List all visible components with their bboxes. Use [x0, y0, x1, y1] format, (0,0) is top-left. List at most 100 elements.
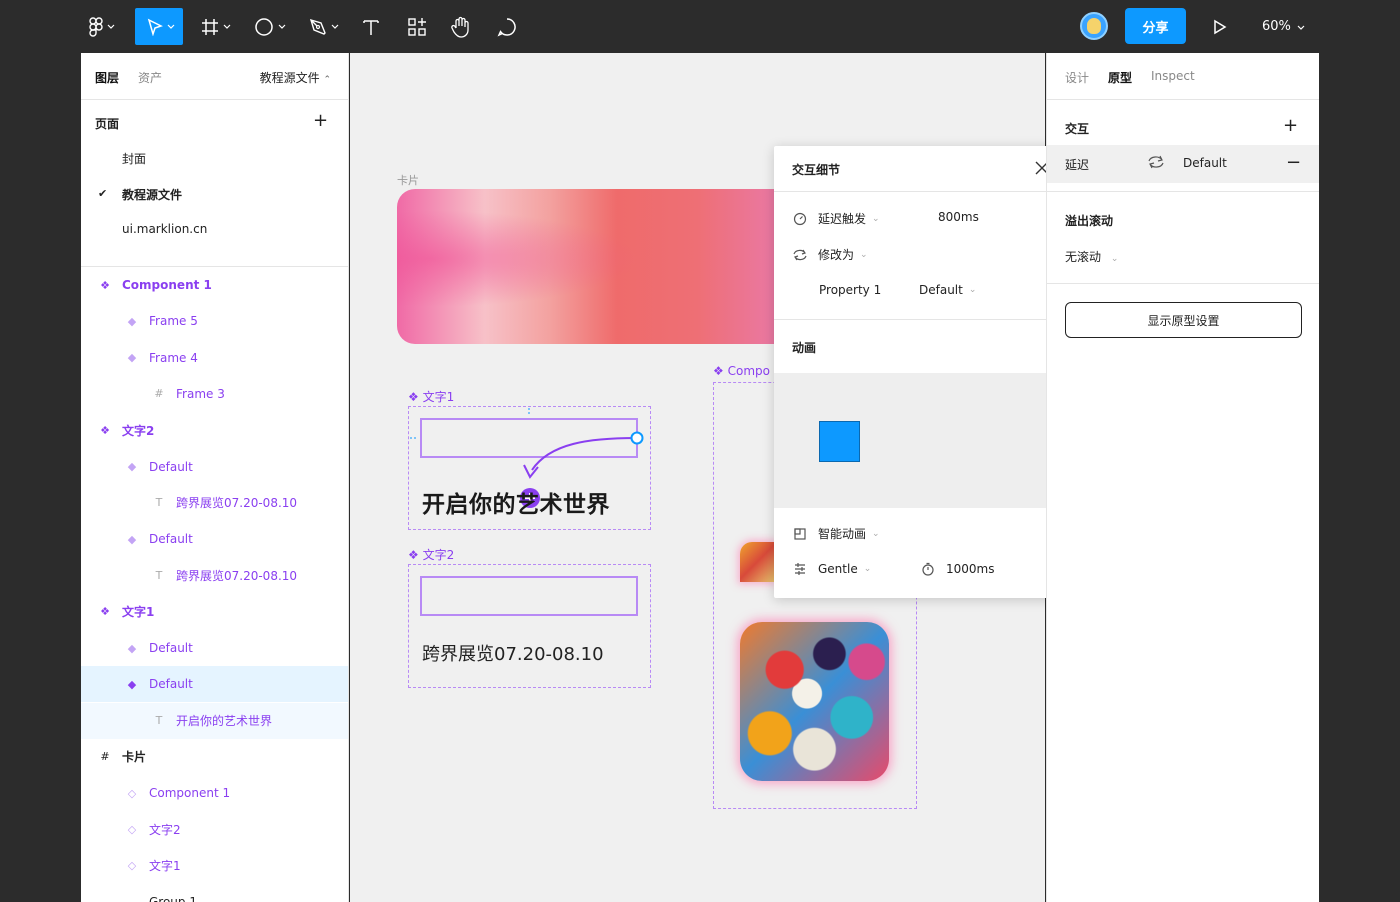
component-label-text2[interactable]: ❖ 文字2 [408, 546, 454, 563]
overflow-value: 无滚动 [1065, 250, 1102, 264]
component-label-text1[interactable]: ❖ 文字1 [408, 388, 454, 405]
animation-preview-square [819, 421, 860, 462]
component-label-text: 文字1 [422, 390, 455, 404]
layer-row[interactable]: ◆ Default [81, 449, 348, 485]
frame-tool-button[interactable] [201, 8, 231, 45]
property-value-dropdown[interactable]: Default ⌄ [919, 283, 976, 297]
minus-icon: − [1286, 152, 1302, 173]
interaction-section-title: 交互 [1065, 122, 1090, 136]
add-interaction-button[interactable]: + [1283, 117, 1298, 135]
left-panel-tabs: 图层 资产 教程源文件 ⌃ [81, 53, 348, 100]
variant-icon: ◆ [127, 460, 137, 473]
pen-tool-button[interactable] [309, 8, 339, 45]
panel-divider [1047, 191, 1320, 192]
component-label-text: Compo [727, 364, 770, 378]
layer-row[interactable]: ◆ Default [81, 521, 348, 557]
shape-tool-button[interactable] [254, 8, 286, 45]
headline-text[interactable]: 开启你的艺术世界 [422, 485, 610, 519]
user-avatar[interactable] [1080, 12, 1108, 40]
layer-row[interactable]: ❖ Component 1 [81, 267, 348, 303]
chevron-down-icon [223, 24, 231, 29]
remove-interaction-button[interactable]: − [1286, 152, 1301, 173]
property-name: Property 1 [819, 283, 882, 297]
layer-row[interactable]: T 跨界展览07.20-08.10 [81, 485, 348, 521]
layer-row[interactable]: ⋯ Group 1 [81, 884, 348, 902]
tab-design[interactable]: 设计 [1065, 69, 1089, 86]
show-prototype-settings-button[interactable]: 显示原型设置 [1065, 302, 1302, 338]
text-icon: T [155, 568, 163, 582]
layer-label: 文字1 [149, 859, 181, 874]
frame-icon: # [100, 750, 110, 764]
properties-panel: 设计 原型 Inspect 交互 + 延迟 Default − 溢出滚动 无滚动… [1046, 53, 1320, 902]
card-banner-gradient[interactable] [397, 189, 797, 344]
comment-tool-button[interactable] [497, 8, 517, 45]
move-tool-button[interactable] [135, 8, 183, 45]
page-item[interactable]: 封面 [122, 150, 146, 167]
text-icon [362, 18, 380, 36]
overflow-dropdown[interactable]: 无滚动 ⌄ [1065, 248, 1118, 265]
page-item[interactable]: ui.marklion.cn [122, 222, 207, 236]
trigger-dropdown[interactable]: 延迟触发 ⌄ [792, 210, 880, 227]
component-label-comp1[interactable]: ❖ Compo [713, 364, 770, 378]
layer-row[interactable]: T 跨界展览07.20-08.10 [81, 557, 348, 593]
current-file-selector[interactable]: 教程源文件 ⌃ [260, 69, 331, 86]
tab-prototype[interactable]: 原型 [1108, 69, 1132, 86]
main-menu-button[interactable] [89, 8, 115, 45]
animation-preview [774, 373, 1064, 508]
animation-type-dropdown[interactable]: 智能动画 ⌄ [792, 525, 880, 542]
chevron-down-icon [331, 24, 339, 29]
interaction-row[interactable]: 延迟 Default − [1047, 145, 1320, 183]
artwork-image[interactable] [740, 622, 889, 781]
layer-row[interactable]: ◆ Default [81, 666, 348, 703]
layer-row[interactable]: ◆ Frame 5 [81, 303, 348, 339]
action-dropdown[interactable]: 修改为 ⌄ [792, 246, 868, 263]
tab-layers[interactable]: 图层 [95, 69, 119, 86]
layers-panel: 图层 资产 教程源文件 ⌃ 页面 + 封面 ✔ 教程源文件 ui.marklio… [81, 53, 349, 902]
share-button[interactable]: 分享 [1125, 8, 1186, 44]
text-icon: T [155, 496, 163, 510]
component-icon: ❖ [408, 548, 419, 562]
present-button[interactable] [1213, 8, 1227, 45]
duration-value: 1000ms [946, 562, 995, 576]
layer-row[interactable]: ◇ Component 1 [81, 775, 348, 811]
animation-type: 智能动画 [818, 527, 867, 541]
artwork-thumbnail-partial[interactable] [740, 542, 774, 582]
text-tool-button[interactable] [362, 8, 380, 45]
duration-field[interactable]: 1000ms [920, 561, 994, 577]
page-item-current[interactable]: 教程源文件 [122, 186, 182, 203]
resources-tool-button[interactable] [407, 8, 427, 45]
move-icon [147, 18, 163, 36]
easing-value: Gentle [818, 562, 858, 576]
easing-dropdown[interactable]: Gentle ⌄ [792, 561, 871, 577]
trigger-delay-value[interactable]: 800ms [938, 210, 979, 224]
layer-label: 开启你的艺术世界 [176, 714, 273, 729]
component-set-icon: ❖ [100, 605, 110, 619]
layer-label: 文字2 [122, 423, 155, 438]
overflow-section-title: 溢出滚动 [1065, 214, 1114, 228]
layer-row[interactable]: ❖ 文字1 [81, 594, 348, 630]
layer-row[interactable]: ◇ 文字2 [81, 812, 348, 848]
add-page-button[interactable]: + [313, 112, 328, 130]
layer-row[interactable]: ◆ Default [81, 630, 348, 666]
hand-tool-button[interactable] [451, 8, 471, 45]
layer-row[interactable]: T 开启你的艺术世界 [81, 702, 348, 739]
tab-inspect[interactable]: Inspect [1151, 69, 1195, 83]
layer-row[interactable]: ◆ Frame 4 [81, 340, 348, 376]
smart-animate-icon [792, 526, 808, 542]
text2-variant-default[interactable] [420, 576, 638, 616]
frame-label-card[interactable]: 卡片 [397, 172, 419, 188]
layer-row[interactable]: # 卡片 [81, 739, 348, 775]
layer-label: 跨界展览07.20-08.10 [176, 496, 298, 511]
subline-text[interactable]: 跨界展览07.20-08.10 [422, 640, 604, 666]
layer-row[interactable]: # Frame 3 [81, 376, 348, 412]
layer-row[interactable]: ❖ 文字2 [81, 412, 348, 448]
variant-icon: ◆ [127, 314, 137, 328]
layer-row[interactable]: ◇ 文字1 [81, 848, 348, 884]
layer-label: Component 1 [149, 786, 231, 801]
tab-assets[interactable]: 资产 [138, 69, 162, 86]
chevron-down-icon [278, 24, 286, 29]
panel-divider [1047, 283, 1320, 284]
layer-label: Default [149, 677, 193, 692]
timer-icon [792, 211, 808, 227]
zoom-dropdown[interactable]: 60% [1262, 8, 1305, 45]
